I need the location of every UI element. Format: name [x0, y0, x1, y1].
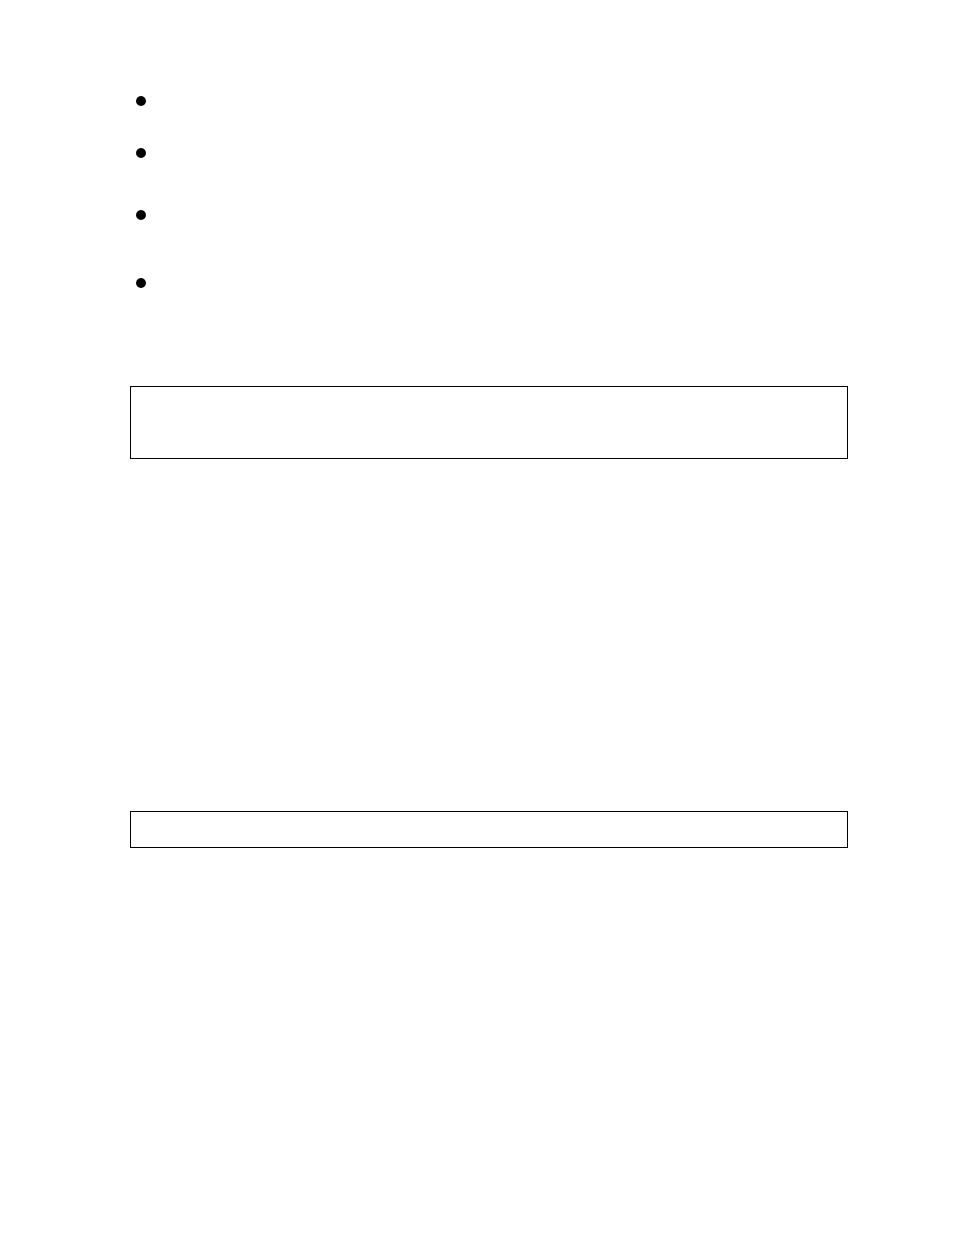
- bullet-list: [104, 90, 850, 296]
- page: [0, 0, 954, 1235]
- bullet-item: [158, 90, 850, 114]
- bullet-item: [158, 204, 850, 228]
- callout-box-1: [130, 386, 848, 459]
- bullet-item: [158, 272, 850, 296]
- callout-box-2: [130, 811, 848, 848]
- bullet-item: [158, 142, 850, 166]
